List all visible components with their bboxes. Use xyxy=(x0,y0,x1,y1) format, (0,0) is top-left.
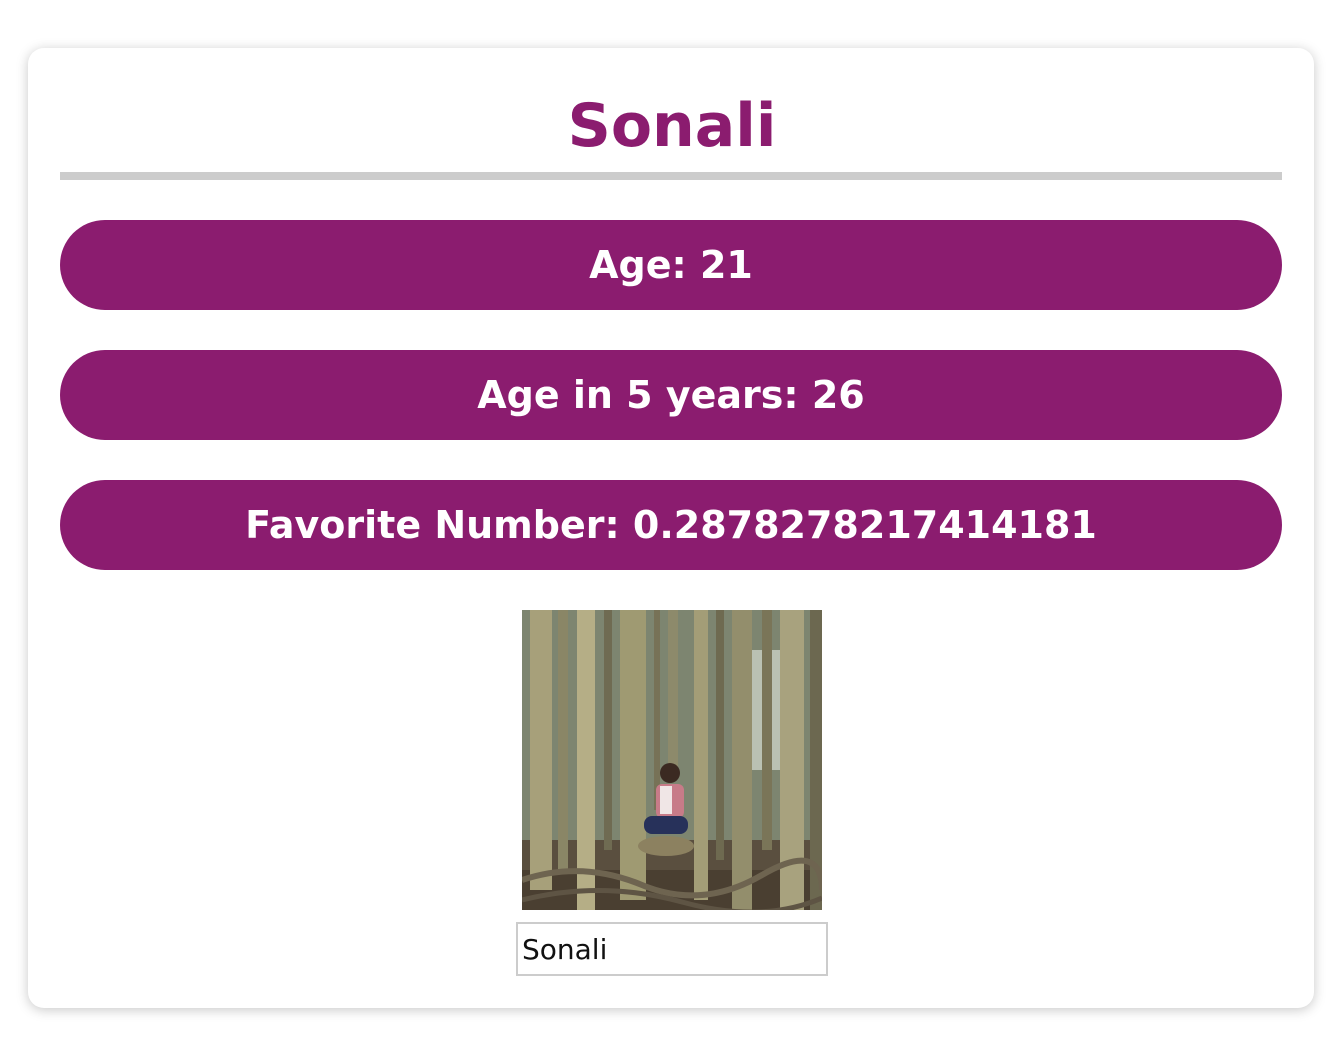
name-input[interactable] xyxy=(516,922,828,976)
age-in-five-years-label: Age in 5 years: 26 xyxy=(477,373,865,417)
age-pill: Age: 21 xyxy=(60,220,1282,310)
favorite-number-label: Favorite Number: 0.2878278217414181 xyxy=(245,503,1097,547)
profile-name-heading: Sonali xyxy=(567,91,777,161)
age-label: Age: 21 xyxy=(589,243,753,287)
title-divider xyxy=(60,172,1282,180)
profile-photo xyxy=(522,610,822,910)
age-in-five-years-pill: Age in 5 years: 26 xyxy=(60,350,1282,440)
favorite-number-pill: Favorite Number: 0.2878278217414181 xyxy=(60,480,1282,570)
profile-photo-illustration xyxy=(522,610,822,910)
